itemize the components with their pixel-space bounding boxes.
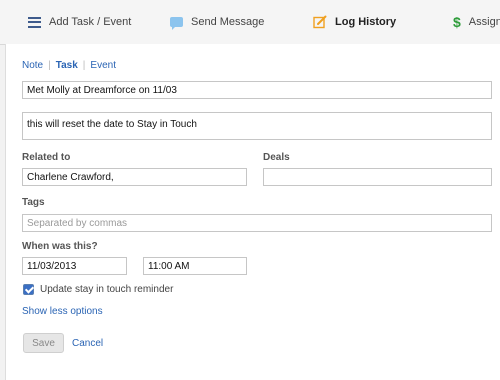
type-task-link[interactable]: Task <box>56 60 78 71</box>
type-separator: | <box>82 60 86 71</box>
dollar-icon: $ <box>453 14 461 30</box>
edit-note-icon <box>313 15 327 29</box>
show-less-options-link[interactable]: Show less options <box>22 306 103 317</box>
save-button[interactable]: Save <box>23 333 64 353</box>
related-to-label: Related to <box>22 152 71 163</box>
update-reminder-checkbox[interactable] <box>23 284 34 295</box>
list-icon <box>28 16 41 28</box>
log-history-panel: Note | Task | Event this will reset the date… <box>5 44 500 380</box>
tab-assign[interactable]: $ Assign <box>453 0 500 44</box>
type-event-link[interactable]: Event <box>90 60 116 71</box>
when-label: When was this? <box>22 241 98 252</box>
update-reminder-option[interactable]: Update stay in touch reminder <box>23 284 173 295</box>
type-separator: | <box>48 60 51 71</box>
tab-assign-label: Assign <box>468 16 500 28</box>
tab-send-message[interactable]: Send Message <box>170 0 264 44</box>
chat-bubble-icon <box>170 17 183 30</box>
tab-log-history[interactable]: Log History <box>313 0 396 44</box>
tags-label: Tags <box>22 197 45 208</box>
subject-input[interactable] <box>22 81 492 99</box>
tab-add-task-event[interactable]: Add Task / Event <box>28 0 131 44</box>
activity-type-switch: Note | Task | Event <box>22 60 116 71</box>
tab-add-task-event-label: Add Task / Event <box>49 16 132 28</box>
tab-send-message-label: Send Message <box>191 16 265 28</box>
date-input[interactable] <box>22 257 127 275</box>
tab-bar: Add Task / Event Send Message Log Histor… <box>0 0 500 45</box>
update-reminder-label: Update stay in touch reminder <box>40 284 174 295</box>
time-input[interactable] <box>143 257 247 275</box>
deals-label: Deals <box>263 152 290 163</box>
related-to-input[interactable] <box>22 168 247 186</box>
type-note-link[interactable]: Note <box>22 60 43 71</box>
cancel-link[interactable]: Cancel <box>72 338 103 349</box>
description-textarea[interactable]: this will reset the date to Stay in Touc… <box>22 112 492 140</box>
tags-input[interactable] <box>22 214 492 232</box>
tab-log-history-label: Log History <box>335 16 397 28</box>
deals-input[interactable] <box>263 168 492 186</box>
